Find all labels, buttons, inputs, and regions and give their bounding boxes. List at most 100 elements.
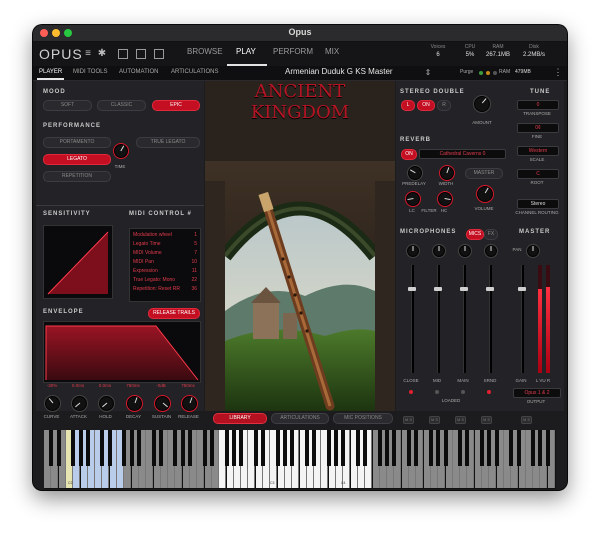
stereo-double-right-button[interactable]: R xyxy=(437,100,451,111)
black-key[interactable] xyxy=(209,430,214,466)
root-field[interactable]: C xyxy=(517,169,559,179)
black-key[interactable] xyxy=(129,430,134,466)
black-key[interactable] xyxy=(275,430,280,466)
mid-mute-solo[interactable]: M S xyxy=(429,416,440,424)
piano-keyboard[interactable]: C2 C3 C4 xyxy=(44,430,556,489)
black-key[interactable] xyxy=(173,430,178,466)
scale-field[interactable]: Western xyxy=(517,146,559,156)
close-fader-track[interactable] xyxy=(411,265,414,373)
midi-row[interactable]: True Legato: Mono 22 xyxy=(133,277,197,283)
curve-knob[interactable] xyxy=(44,395,61,412)
black-key[interactable] xyxy=(231,430,236,466)
black-key[interactable] xyxy=(392,430,397,466)
black-key[interactable] xyxy=(136,430,141,466)
black-key[interactable] xyxy=(261,430,265,466)
library-tab[interactable]: LIBRARY xyxy=(213,413,267,424)
black-key[interactable] xyxy=(107,430,112,466)
mood-epic-button[interactable]: EPIC xyxy=(152,100,200,111)
black-key[interactable] xyxy=(151,430,156,466)
srnd-loaded-indicator[interactable] xyxy=(487,390,491,394)
reverb-master-button[interactable]: MASTER xyxy=(465,168,503,179)
main-mute-solo[interactable]: M S xyxy=(455,416,466,424)
black-key[interactable] xyxy=(304,430,309,466)
mid-fader[interactable] xyxy=(434,287,442,291)
black-key[interactable] xyxy=(122,430,127,466)
black-key[interactable] xyxy=(494,430,499,466)
black-key[interactable] xyxy=(443,430,448,466)
srnd-pan-knob[interactable] xyxy=(484,244,498,258)
stereo-double-left-button[interactable]: L xyxy=(401,100,415,111)
black-key[interactable] xyxy=(355,430,360,466)
midi-row[interactable]: MIDI Volume 7 xyxy=(133,250,197,256)
black-key[interactable] xyxy=(180,430,185,466)
black-key[interactable] xyxy=(538,430,543,466)
black-key[interactable] xyxy=(239,430,244,466)
black-key[interactable] xyxy=(282,430,287,466)
mood-soft-button[interactable]: SOFT xyxy=(43,100,92,111)
output-selector[interactable]: Opus 1 & 2 xyxy=(513,388,561,398)
black-key[interactable] xyxy=(509,430,514,466)
attack-knob[interactable] xyxy=(71,395,88,412)
reverb-preset-selector[interactable]: Cathedral Caverns 0 xyxy=(419,149,506,159)
black-key[interactable] xyxy=(326,430,331,466)
black-key[interactable] xyxy=(458,430,463,466)
release-knob[interactable] xyxy=(181,395,198,412)
close-loaded-indicator[interactable] xyxy=(409,390,413,394)
black-key[interactable] xyxy=(49,430,54,466)
black-key[interactable] xyxy=(363,430,368,466)
reverb-volume-knob[interactable] xyxy=(476,185,494,203)
envelope-graph[interactable] xyxy=(43,321,201,383)
black-key[interactable] xyxy=(78,430,83,466)
predelay-knob[interactable] xyxy=(407,165,423,181)
black-key[interactable] xyxy=(480,430,484,466)
articulations-tab[interactable]: ARTICULATIONS xyxy=(271,413,329,424)
main-loaded-indicator[interactable] xyxy=(461,390,465,394)
decay-knob[interactable] xyxy=(126,395,143,412)
low-cut-knob[interactable] xyxy=(405,191,421,207)
black-key[interactable] xyxy=(341,430,346,466)
hold-knob[interactable] xyxy=(98,395,115,412)
sustain-knob[interactable] xyxy=(154,395,171,412)
more-options-icon[interactable]: ⋮ xyxy=(553,67,563,77)
srnd-mute-solo[interactable]: M S xyxy=(481,416,492,424)
black-key[interactable] xyxy=(202,430,207,466)
srnd-fader[interactable] xyxy=(486,287,494,291)
purge-label[interactable]: Purge xyxy=(460,69,473,75)
midi-row[interactable]: Expression 11 xyxy=(133,268,197,274)
black-key[interactable] xyxy=(312,430,317,466)
tab-automation[interactable]: AUTOMATION xyxy=(119,69,158,75)
black-key[interactable] xyxy=(465,430,470,466)
master-gain-fader[interactable] xyxy=(518,287,526,291)
black-key[interactable] xyxy=(334,430,338,466)
channel-routing-field[interactable]: Stereo xyxy=(517,199,559,209)
purge-indicator-3[interactable] xyxy=(493,71,497,75)
black-key[interactable] xyxy=(531,430,536,466)
close-fader[interactable] xyxy=(408,287,416,291)
legato-button[interactable]: LEGATO xyxy=(43,154,111,165)
keyboard-view-icon[interactable] xyxy=(136,49,146,59)
legato-time-knob[interactable] xyxy=(113,143,129,159)
black-key[interactable] xyxy=(428,430,433,466)
midi-row[interactable]: Modulation wheel 1 xyxy=(133,232,197,238)
black-key[interactable] xyxy=(56,430,61,466)
black-key[interactable] xyxy=(100,430,105,466)
fx-button[interactable]: FX xyxy=(484,229,498,240)
tab-play[interactable]: PLAY xyxy=(236,47,256,56)
black-key[interactable] xyxy=(71,430,76,466)
midi-row[interactable]: Legato Time 5 xyxy=(133,241,197,247)
repetition-button[interactable]: REPETITION xyxy=(43,171,111,182)
mic-positions-tab[interactable]: MIC POSITIONS xyxy=(333,413,393,424)
mid-fader-track[interactable] xyxy=(437,265,440,373)
black-key[interactable] xyxy=(407,430,411,466)
fine-field[interactable]: 0¢ xyxy=(517,123,559,133)
black-key[interactable] xyxy=(377,430,382,466)
black-key[interactable] xyxy=(158,430,163,466)
mid-loaded-indicator[interactable] xyxy=(435,390,439,394)
main-fader-track[interactable] xyxy=(463,265,466,373)
layout-left-icon[interactable] xyxy=(118,49,128,59)
menu-icon[interactable]: ≡ xyxy=(83,49,93,59)
high-cut-knob[interactable] xyxy=(437,191,453,207)
main-fader[interactable] xyxy=(460,287,468,291)
black-key[interactable] xyxy=(545,430,550,466)
stereo-amount-knob[interactable] xyxy=(473,95,491,113)
